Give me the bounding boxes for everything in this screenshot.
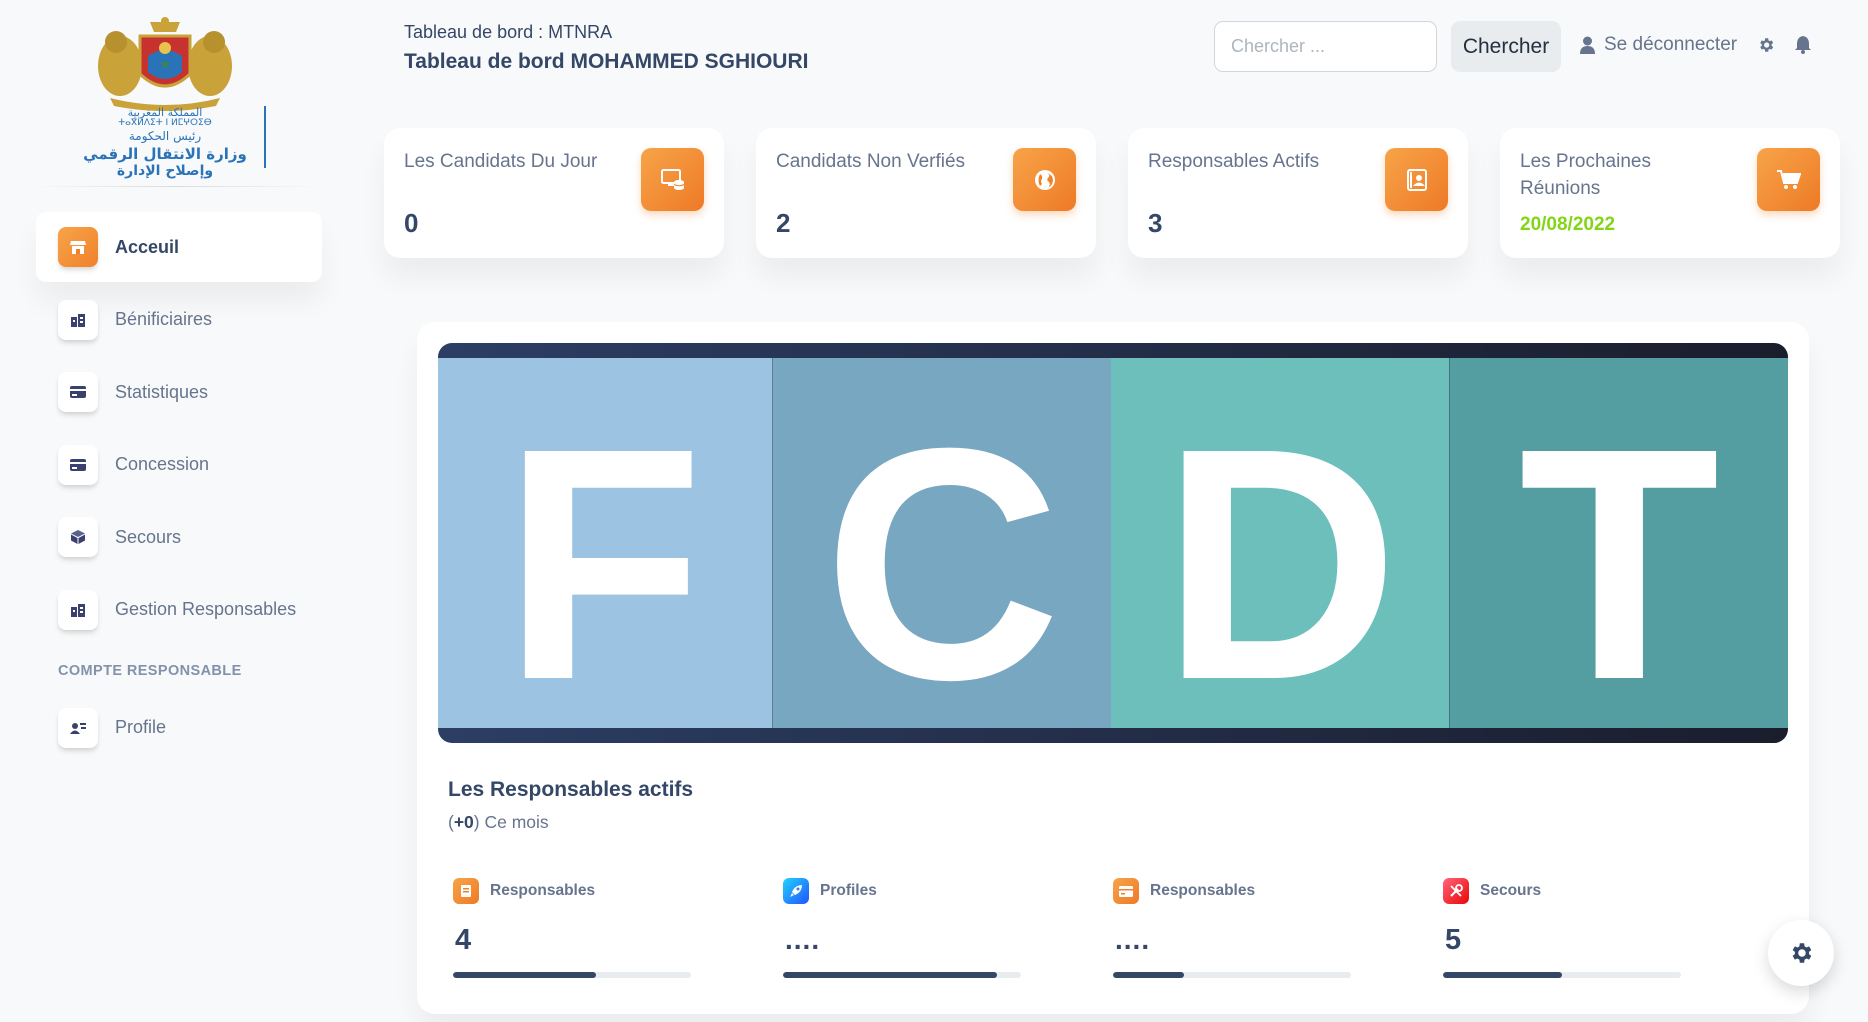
stat-title: Candidats Non Verfiés [776,151,966,172]
metric-responsables: Responsables 4 [453,878,693,978]
metric-secours: Secours 5 [1443,878,1683,978]
month-delta: +0 [453,812,474,832]
logo-divider [264,106,266,168]
government-logo: المملكة المغربية ⵜⴰⴳⵍⴷⵉⵜ ⵏ ⵍⵎⵖⵔⵉⴱ رئيس ا… [80,16,270,181]
rocket-icon [783,878,809,904]
banner-letter-d: D [1111,358,1450,743]
box-icon [58,517,98,557]
office-icon [58,299,98,340]
metric-label: Profiles [820,882,877,899]
sidebar-item-concession[interactable]: Concession [36,430,322,500]
section-title: Les Responsables actifs [448,778,694,801]
page-title: Tableau de bord MOHAMMED SGHIOURI [404,50,809,73]
progress-fill [783,972,998,978]
main-card: F C D T Les Responsables actifs (+0) Ce … [417,322,1809,1014]
sidebar-item-profile[interactable]: Profile [36,693,322,763]
fcdt-logo: F C D T [438,358,1788,743]
sidebar-item-secours[interactable]: Secours [36,502,322,572]
logo-text-reform: وإصلاح الإدارة [116,163,214,179]
coat-of-arms-icon [98,17,232,111]
sidebar-item-label: Acceuil [115,236,180,257]
screen-icon [641,148,704,211]
sidebar-item-label: Gestion Responsables [115,599,297,619]
bell-icon[interactable] [1795,36,1811,59]
logo-text-tifinagh: ⵜⴰⴳⵍⴷⵉⵜ ⵏ ⵍⵎⵖⵔⵉⴱ [118,118,212,128]
metric-value: .... [785,924,821,955]
progress-bar [1443,972,1681,978]
stat-value: 2 [776,208,791,238]
progress-bar [783,972,1021,978]
user-card-icon [58,707,98,748]
metric-value: .... [1115,924,1151,955]
sidebar-item-gestion-responsables[interactable]: Gestion Responsables [36,575,322,645]
metric-label: Responsables [490,882,596,899]
sidebar-item-acceuil[interactable]: Acceuil [36,212,322,282]
sidebar-item-label: Statistiques [115,381,209,402]
logo-text-head-of-government: رئيس الحكومة [128,129,202,143]
document-icon [453,878,479,904]
svg-text:F: F [503,379,704,728]
breadcrumb: Tableau de bord : MTNRA [404,22,613,42]
credit-card-icon [58,444,98,485]
progress-fill [453,972,596,978]
metric-responsables-2: Responsables .... [1113,878,1353,978]
sidebar-item-label: Secours [115,526,182,547]
metric-label: Secours [1480,882,1542,899]
gear-icon[interactable] [1757,36,1775,59]
office-icon [58,589,98,630]
metric-value: 4 [455,924,472,956]
settings-fab-button[interactable] [1768,920,1834,986]
stat-card-prochaines-reunions: Les Prochaines Réunions 20/08/2022 [1500,128,1840,258]
sidebar-item-beneficiaires[interactable]: Bénificiaires [36,285,322,355]
stat-value-date: 20/08/2022 [1520,214,1616,235]
sidebar: المملكة المغربية ⵜⴰⴳⵍⴷⵉⵜ ⵏ ⵍⵎⵖⵔⵉⴱ رئيس ا… [0,0,350,1022]
metric-label: Responsables [1150,882,1256,899]
sidebar-nav: Acceuil Bénificiaires Statistiques Conce… [36,212,322,765]
svg-text:D: D [1162,379,1399,728]
stat-card-candidats-du-jour: Les Candidats Du Jour 0 [384,128,724,258]
progress-fill [1113,972,1185,978]
banner-letter-f: F [438,358,773,743]
stat-value: 3 [1148,208,1163,238]
sidebar-item-label: Concession [115,454,210,474]
stat-title: Les Candidats Du Jour [404,151,598,172]
stat-title: Responsables Actifs [1148,151,1320,172]
banner-letter-c: C [772,358,1111,743]
metric-value: 5 [1445,924,1462,956]
sidebar-item-label: Bénificiaires [115,309,213,329]
tools-icon [1443,878,1469,904]
search-input[interactable] [1214,21,1437,72]
section-meta: (+0) Ce mois [448,812,549,832]
paper-icon [1385,148,1448,211]
sidebar-section-title: COMPTE RESPONSABLE [58,662,242,679]
shop-icon [58,227,98,267]
fcdt-banner: F C D T [438,343,1788,743]
sidebar-item-label: Profile [115,717,167,737]
logo-text-ministry: وزارة الانتقال الرقمي [83,145,247,163]
sidebar-item-statistiques[interactable]: Statistiques [36,357,322,427]
logout-label: Se déconnecter [1604,34,1738,55]
stat-card-candidats-non-verifies: Candidats Non Verfiés 2 [756,128,1096,258]
metric-profiles: Profiles .... [783,878,1023,978]
stat-card-responsables-actifs: Responsables Actifs 3 [1128,128,1468,258]
svg-text:T: T [1518,379,1719,728]
sidebar-divider [30,186,320,187]
logout-link[interactable]: Se déconnecter [1580,34,1737,56]
user-icon [1580,36,1595,54]
progress-fill [1443,972,1562,978]
world-icon [1013,148,1076,211]
stat-title: Les Prochaines Réunions [1520,151,1651,199]
progress-bar [453,972,691,978]
search-button[interactable]: Chercher [1451,21,1561,72]
banner-letter-t: T [1449,358,1788,743]
gear-icon [1792,943,1812,963]
stat-value: 0 [404,208,419,238]
svg-text:C: C [823,379,1060,728]
progress-bar [1113,972,1351,978]
cart-icon [1757,148,1820,211]
card-icon [1113,878,1139,904]
credit-card-icon [58,372,98,412]
